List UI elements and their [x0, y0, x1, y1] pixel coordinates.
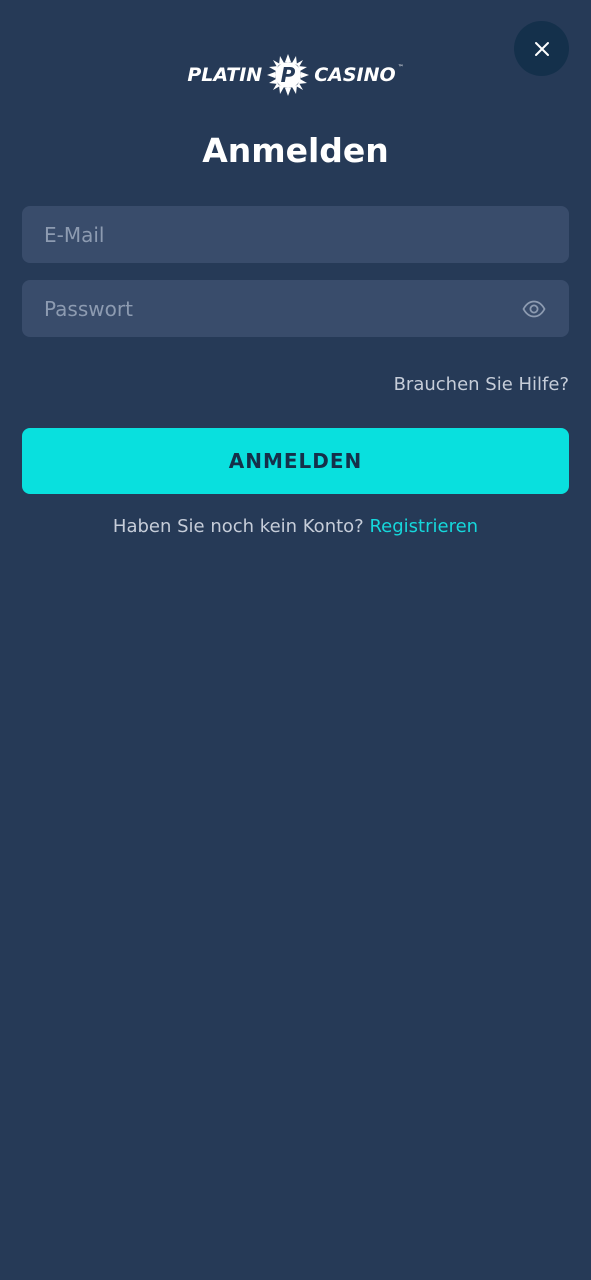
email-input[interactable]	[22, 206, 569, 263]
register-prompt: Haben Sie noch kein Konto?	[112, 516, 370, 537]
logo-word-right: CASINO	[314, 64, 396, 86]
email-field-wrapper	[22, 206, 569, 263]
eye-icon[interactable]	[521, 296, 547, 322]
page-title: Anmelden	[202, 131, 389, 170]
logo-trademark: ™	[397, 64, 404, 71]
help-link[interactable]: Brauchen Sie Hilfe?	[394, 374, 569, 395]
password-field-wrapper	[22, 280, 569, 337]
logo-word-left: PLATIN	[187, 64, 263, 86]
platin-sun-logo-icon: P	[266, 53, 310, 97]
login-button[interactable]: ANMELDEN	[22, 428, 569, 494]
brand-logo: PLATIN P CASINO ™	[0, 52, 591, 98]
register-row: Haben Sie noch kein Konto? Registrieren	[0, 516, 591, 537]
register-link[interactable]: Registrieren	[369, 516, 478, 537]
svg-text:P: P	[281, 63, 296, 87]
password-input[interactable]	[22, 280, 569, 337]
